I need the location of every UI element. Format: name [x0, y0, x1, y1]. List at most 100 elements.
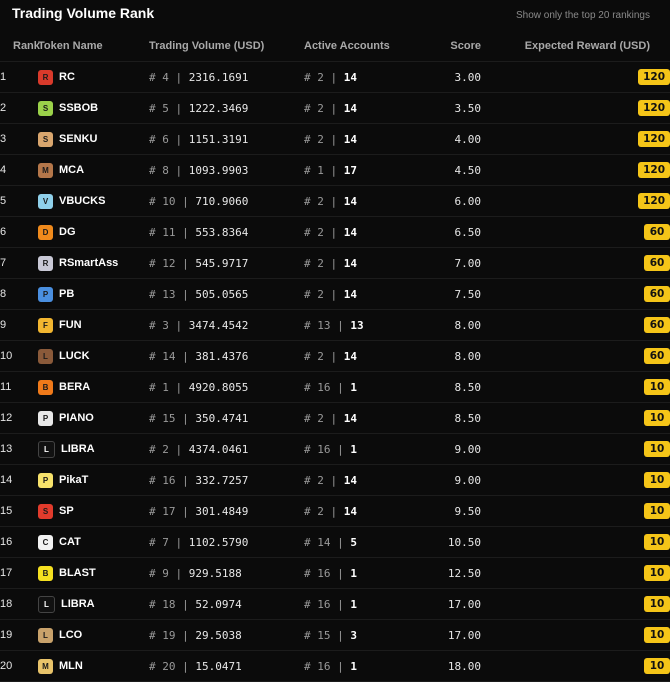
header-score: Score [416, 31, 481, 62]
accounts-cell: # 2 | 14 [304, 61, 416, 93]
reward-badge: 10 [644, 410, 670, 426]
token-name: SP [59, 505, 74, 517]
score-cell: 10.50 [416, 526, 481, 558]
table-row[interactable]: 1 R RC # 4 | 2316.1691 # 2 | 14 3.00 120 [0, 61, 670, 93]
token-cell[interactable]: S SSBOB [38, 92, 149, 124]
token-name: LUCK [59, 350, 90, 362]
accounts-value: 1 [350, 442, 357, 456]
token-cell[interactable]: L LUCK [38, 340, 149, 372]
table-row[interactable]: 17 B BLAST # 9 | 929.5188 # 16 | 1 12.50 10 [0, 557, 670, 589]
token-cell[interactable]: M MCA [38, 154, 149, 186]
reward-cell: 120 [481, 185, 670, 217]
volume-rank: 13 [162, 287, 176, 301]
score-cell: 17.00 [416, 619, 481, 651]
rank-cell: 12 [0, 402, 38, 434]
table-row[interactable]: 20 M MLN # 20 | 15.0471 # 16 | 1 18.00 10 [0, 650, 670, 682]
reward-cell: 10 [481, 650, 670, 682]
volume-cell: # 20 | 15.0471 [149, 650, 304, 682]
volume-cell: # 7 | 1102.5790 [149, 526, 304, 558]
token-cell[interactable]: S SP [38, 495, 149, 527]
accounts-rank: 16 [317, 597, 331, 611]
reward-badge: 10 [644, 658, 670, 674]
volume-cell: # 13 | 505.0565 [149, 278, 304, 310]
score-cell: 4.00 [416, 123, 481, 155]
accounts-rank: 2 [317, 70, 324, 84]
accounts-cell: # 16 | 1 [304, 371, 416, 403]
table-row[interactable]: 15 S SP # 17 | 301.4849 # 2 | 14 9.50 10 [0, 495, 670, 527]
accounts-cell: # 16 | 1 [304, 433, 416, 465]
libra-icon: L [38, 595, 55, 613]
accounts-rank: 2 [317, 132, 324, 146]
token-cell[interactable]: V VBUCKS [38, 185, 149, 217]
table-row[interactable]: 12 P PIANO # 15 | 350.4741 # 2 | 14 8.50 10 [0, 402, 670, 434]
token-cell[interactable]: P PIANO [38, 402, 149, 434]
token-name: BERA [59, 381, 91, 393]
table-row[interactable]: 18 L LIBRA # 18 | 52.0974 # 16 | 1 17.00 10 [0, 588, 670, 620]
token-cell[interactable]: M MLN [38, 650, 149, 682]
score-cell: 8.50 [416, 402, 481, 434]
token-cell[interactable]: R RC [38, 61, 149, 93]
table-row[interactable]: 11 B BERA # 1 | 4920.8055 # 16 | 1 8.50 10 [0, 371, 670, 403]
token-cell[interactable]: R RSmartAss [38, 247, 149, 279]
page-title: Trading Volume Rank [12, 5, 155, 21]
table-row[interactable]: 3 S SENKU # 6 | 1151.3191 # 2 | 14 4.00 120 [0, 123, 670, 155]
table-row[interactable]: 4 M MCA # 8 | 1093.9903 # 1 | 17 4.50 120 [0, 154, 670, 186]
volume-rank: 15 [162, 411, 176, 425]
accounts-cell: # 2 | 14 [304, 402, 416, 434]
accounts-value: 14 [343, 225, 357, 239]
accounts-rank: 1 [317, 163, 324, 177]
token-cell[interactable]: C CAT [38, 526, 149, 558]
accounts-cell: # 2 | 14 [304, 340, 416, 372]
table-row[interactable]: 7 R RSmartAss # 12 | 545.9717 # 2 | 14 7.00 60 [0, 247, 670, 279]
header-rank: Rank [0, 31, 40, 62]
accounts-value: 14 [343, 132, 357, 146]
rank-cell: 6 [0, 216, 38, 248]
table-row[interactable]: 10 L LUCK # 14 | 381.4376 # 2 | 14 8.00 60 [0, 340, 670, 372]
reward-badge: 10 [644, 596, 670, 612]
table-row[interactable]: 14 P PikaT # 16 | 332.7257 # 2 | 14 9.00 10 [0, 464, 670, 496]
table-row[interactable]: 6 D DG # 11 | 553.8364 # 2 | 14 6.50 60 [0, 216, 670, 248]
volume-cell: # 1 | 4920.8055 [149, 371, 304, 403]
table-row[interactable]: 9 F FUN # 3 | 3474.4542 # 13 | 13 8.00 60 [0, 309, 670, 341]
accounts-value: 17 [343, 163, 357, 177]
table-row[interactable]: 2 S SSBOB # 5 | 1222.3469 # 2 | 14 3.50 120 [0, 92, 670, 124]
reward-badge: 60 [644, 255, 670, 271]
table-row[interactable]: 19 L LCO # 19 | 29.5038 # 15 | 3 17.00 10 [0, 619, 670, 651]
token-cell[interactable]: B BERA [38, 371, 149, 403]
token-cell[interactable]: L LCO [38, 619, 149, 651]
accounts-rank: 2 [317, 287, 324, 301]
senku-icon: S [38, 131, 53, 147]
volume-value: 350.4741 [195, 411, 249, 425]
reward-badge: 10 [644, 565, 670, 581]
table-row[interactable]: 5 V VBUCKS # 10 | 710.9060 # 2 | 14 6.00 120 [0, 185, 670, 217]
reward-cell: 120 [481, 123, 670, 155]
reward-cell: 60 [481, 278, 670, 310]
token-cell[interactable]: S SENKU [38, 123, 149, 155]
token-cell[interactable]: L LIBRA [38, 433, 149, 465]
rank-cell: 14 [0, 464, 38, 496]
volume-rank: 19 [162, 628, 176, 642]
token-cell[interactable]: L LIBRA [38, 588, 149, 620]
token-cell[interactable]: P PikaT [38, 464, 149, 496]
token-cell[interactable]: P PB [38, 278, 149, 310]
reward-badge: 10 [644, 472, 670, 488]
rank-cell: 3 [0, 123, 38, 155]
table-row[interactable]: 8 P PB # 13 | 505.0565 # 2 | 14 7.50 60 [0, 278, 670, 310]
volume-rank: 3 [162, 318, 169, 332]
rc-icon: R [38, 69, 53, 85]
token-cell[interactable]: D DG [38, 216, 149, 248]
volume-value: 553.8364 [195, 225, 249, 239]
table-row[interactable]: 16 C CAT # 7 | 1102.5790 # 14 | 5 10.50 10 [0, 526, 670, 558]
luck-icon: L [38, 348, 53, 364]
volume-value: 4374.0461 [188, 442, 249, 456]
volume-cell: # 15 | 350.4741 [149, 402, 304, 434]
token-cell[interactable]: F FUN [38, 309, 149, 341]
table-row[interactable]: 13 L LIBRA # 2 | 4374.0461 # 16 | 1 9.00 10 [0, 433, 670, 465]
volume-value: 332.7257 [195, 473, 249, 487]
score-cell: 8.00 [416, 309, 481, 341]
token-cell[interactable]: B BLAST [38, 557, 149, 589]
score-cell: 7.00 [416, 247, 481, 279]
piano-icon: P [38, 410, 53, 426]
volume-value: 301.4849 [195, 504, 249, 518]
reward-badge: 120 [638, 131, 670, 147]
